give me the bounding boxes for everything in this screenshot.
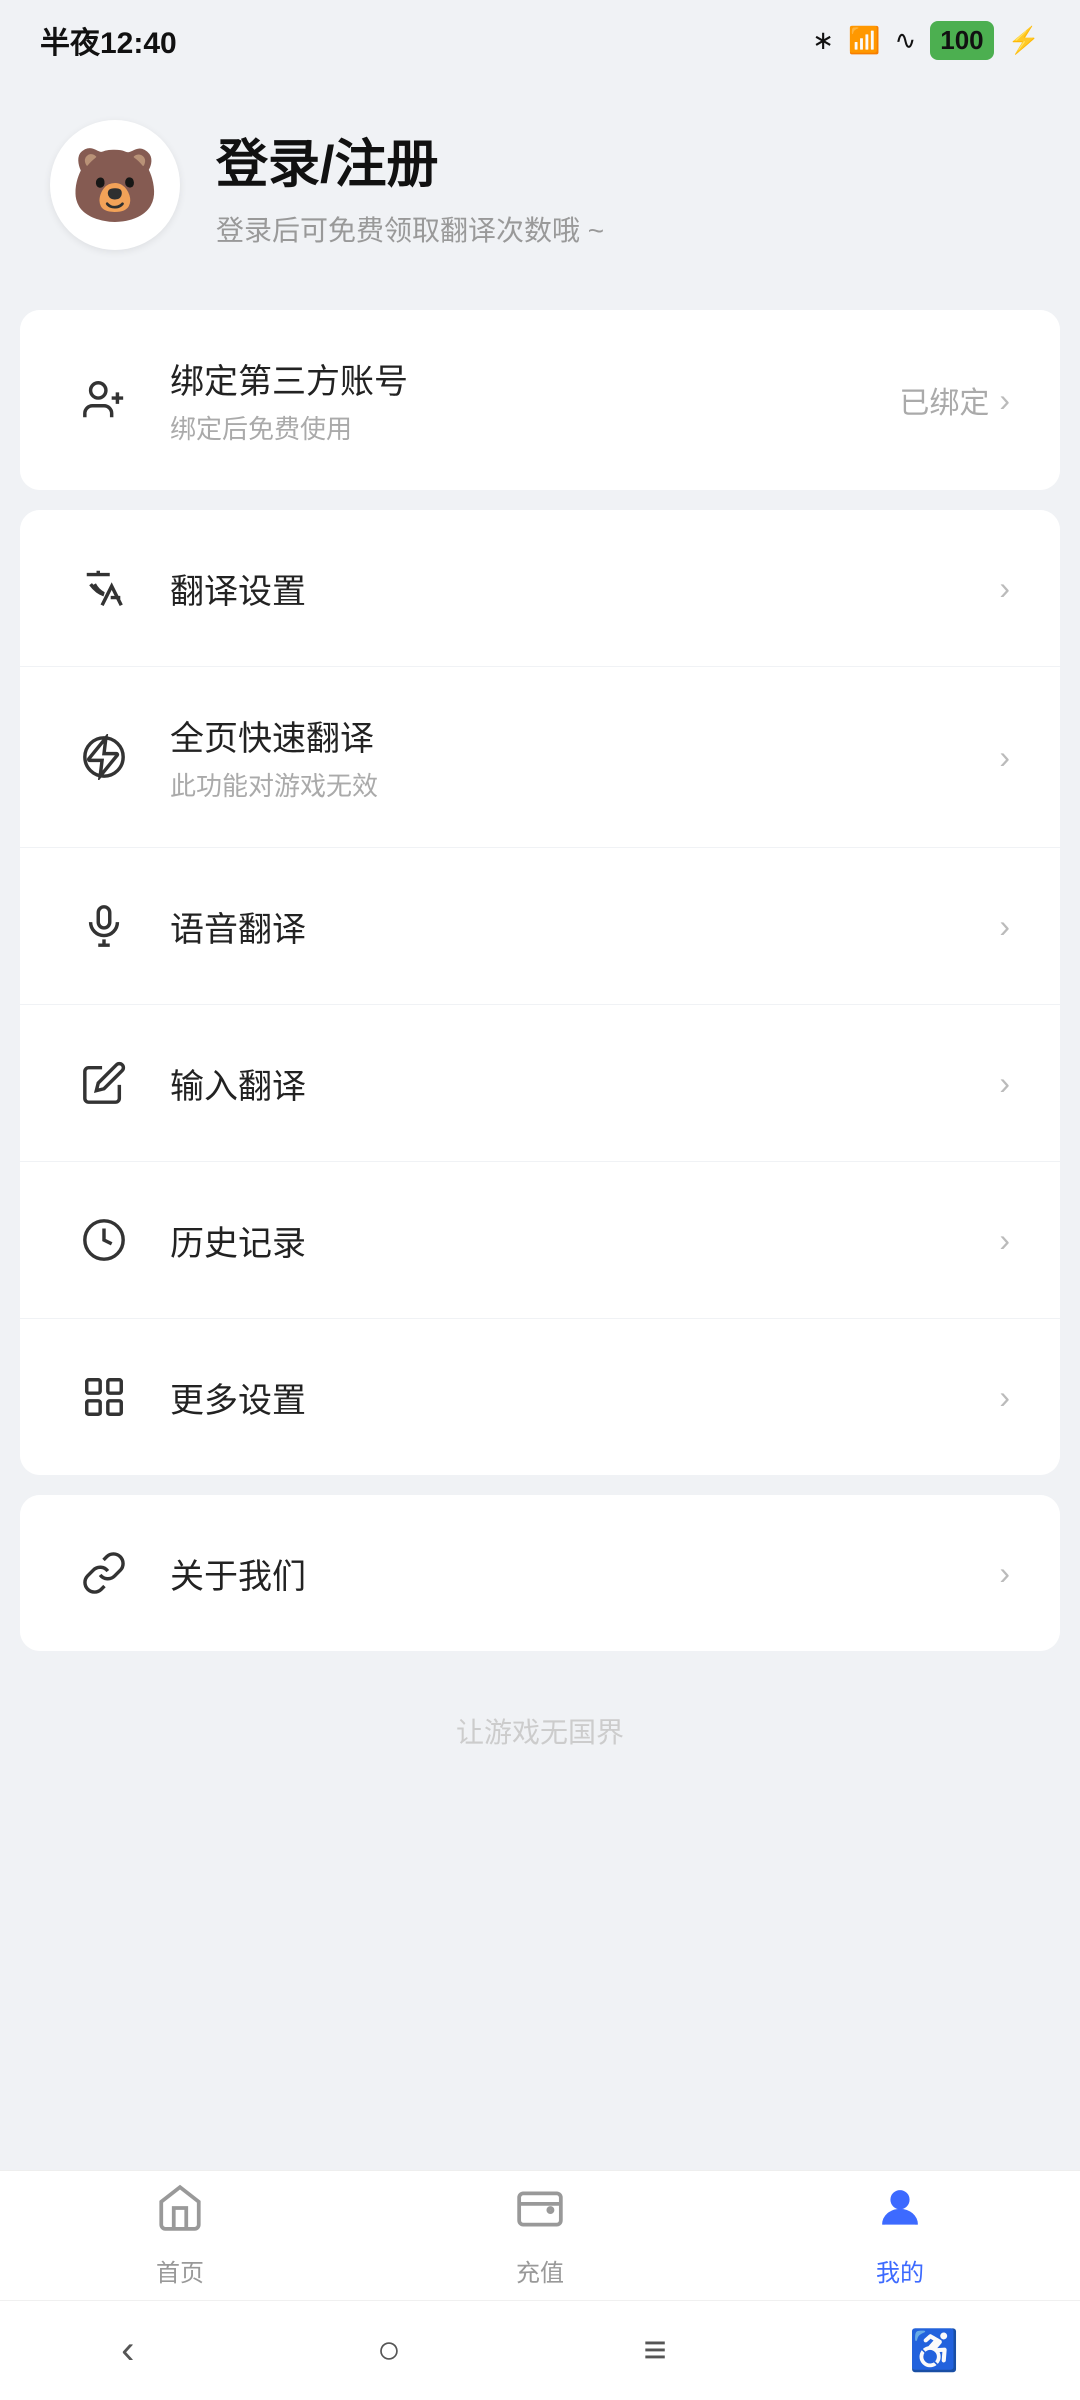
chevron-right-icon: › — [999, 1555, 1010, 1592]
menu-right-input: › — [999, 1065, 1010, 1102]
menu-text-more-settings: 更多设置 — [170, 1373, 999, 1422]
nav-label-home: 首页 — [156, 2253, 204, 2288]
charging-icon: ⚡ — [1008, 25, 1040, 56]
nav-label-mine: 我的 — [876, 2253, 924, 2288]
edit-icon — [70, 1049, 138, 1117]
battery-indicator: 100 — [930, 21, 993, 60]
chevron-right-icon: › — [999, 908, 1010, 945]
menu-sublabel-bind: 绑定后免费使用 — [170, 409, 899, 446]
signal-icon: 📶 — [848, 25, 880, 56]
menu-sublabel-fullpage: 此功能对游戏无效 — [170, 766, 999, 803]
home-icon — [155, 2183, 205, 2245]
menu-label-voice: 语音翻译 — [170, 902, 999, 951]
menu-label-history: 历史记录 — [170, 1216, 999, 1265]
chevron-right-icon: › — [999, 570, 1010, 607]
translate-icon — [70, 554, 138, 622]
menu-item-input-translate[interactable]: 输入翻译 › — [20, 1005, 1060, 1162]
menu-label-bind: 绑定第三方账号 — [170, 354, 899, 403]
menu-item-translate-settings[interactable]: 翻译设置 › — [20, 510, 1060, 667]
menu-text-voice: 语音翻译 — [170, 902, 999, 951]
lightning-icon — [70, 723, 138, 791]
menu-item-about-us[interactable]: 关于我们 › — [20, 1495, 1060, 1651]
menu-right-about: › — [999, 1555, 1010, 1592]
people-icon — [70, 366, 138, 434]
chevron-right-icon: › — [999, 1222, 1010, 1259]
wifi-icon: ∿ — [894, 25, 916, 56]
nav-label-recharge: 充值 — [516, 2253, 564, 2288]
bottom-nav: 首页 充值 我的 — [0, 2170, 1080, 2300]
avatar: 🐻 — [50, 120, 180, 250]
profile-title: 登录/注册 — [216, 122, 604, 197]
grid-icon — [70, 1363, 138, 1431]
mic-icon — [70, 892, 138, 960]
menu-item-more-settings[interactable]: 更多设置 › — [20, 1319, 1060, 1475]
nav-item-home[interactable]: 首页 — [0, 2183, 360, 2288]
menu-right-more: › — [999, 1379, 1010, 1416]
tagline: 让游戏无国界 — [0, 1671, 1080, 1781]
menu-item-bind-account[interactable]: 绑定第三方账号 绑定后免费使用 已绑定 › — [20, 310, 1060, 490]
nav-item-mine[interactable]: 我的 — [720, 2183, 1080, 2288]
section-about: 关于我们 › — [20, 1495, 1060, 1651]
menu-text-history: 历史记录 — [170, 1216, 999, 1265]
menu-right-voice: › — [999, 908, 1010, 945]
menu-right-history: › — [999, 1222, 1010, 1259]
sys-menu-button[interactable]: ≡ — [643, 2328, 666, 2373]
menu-label-fullpage: 全页快速翻译 — [170, 711, 999, 760]
menu-text-fullpage: 全页快速翻译 此功能对游戏无效 — [170, 711, 999, 803]
status-bar: 半夜12:40 ∗ 📶 ∿ 100 ⚡ — [0, 0, 1080, 80]
link-icon — [70, 1539, 138, 1607]
menu-text-input: 输入翻译 — [170, 1059, 999, 1108]
bind-status-text: 已绑定 — [899, 378, 989, 422]
sys-back-button[interactable]: ‹ — [121, 2328, 134, 2373]
section-settings: 翻译设置 › 全页快速翻译 此功能对游戏无效 › 语 — [20, 510, 1060, 1475]
clock-icon — [70, 1206, 138, 1274]
menu-text-bind: 绑定第三方账号 绑定后免费使用 — [170, 354, 899, 446]
wallet-icon — [515, 2183, 565, 2245]
menu-item-voice-translate[interactable]: 语音翻译 › — [20, 848, 1060, 1005]
status-time: 半夜12:40 — [40, 18, 177, 62]
chevron-right-icon: › — [999, 1065, 1010, 1102]
menu-label-input: 输入翻译 — [170, 1059, 999, 1108]
bluetooth-icon: ∗ — [812, 25, 834, 56]
menu-right-translate: › — [999, 570, 1010, 607]
menu-item-fullpage-translate[interactable]: 全页快速翻译 此功能对游戏无效 › — [20, 667, 1060, 848]
profile-subtitle: 登录后可免费领取翻译次数哦 ~ — [216, 209, 604, 249]
sys-nav-bar: ‹ ○ ≡ ♿ — [0, 2300, 1080, 2400]
menu-item-history[interactable]: 历史记录 › — [20, 1162, 1060, 1319]
menu-label-about: 关于我们 — [170, 1549, 999, 1598]
sys-accessibility-button[interactable]: ♿ — [909, 2327, 959, 2374]
section-bind: 绑定第三方账号 绑定后免费使用 已绑定 › — [20, 310, 1060, 490]
chevron-right-icon: › — [999, 739, 1010, 776]
profile-info: 登录/注册 登录后可免费领取翻译次数哦 ~ — [216, 122, 604, 249]
nav-item-recharge[interactable]: 充值 — [360, 2183, 720, 2288]
menu-label-translate-settings: 翻译设置 — [170, 564, 999, 613]
chevron-right-icon: › — [999, 382, 1010, 419]
sys-home-button[interactable]: ○ — [377, 2328, 401, 2373]
status-icons: ∗ 📶 ∿ 100 ⚡ — [812, 21, 1040, 60]
menu-label-more-settings: 更多设置 — [170, 1373, 999, 1422]
menu-right-fullpage: › — [999, 739, 1010, 776]
menu-right-bind: 已绑定 › — [899, 378, 1010, 422]
menu-text-about: 关于我们 — [170, 1549, 999, 1598]
profile-header: 🐻 登录/注册 登录后可免费领取翻译次数哦 ~ — [0, 80, 1080, 290]
chevron-right-icon: › — [999, 1379, 1010, 1416]
person-icon — [875, 2183, 925, 2245]
menu-text-translate-settings: 翻译设置 — [170, 564, 999, 613]
